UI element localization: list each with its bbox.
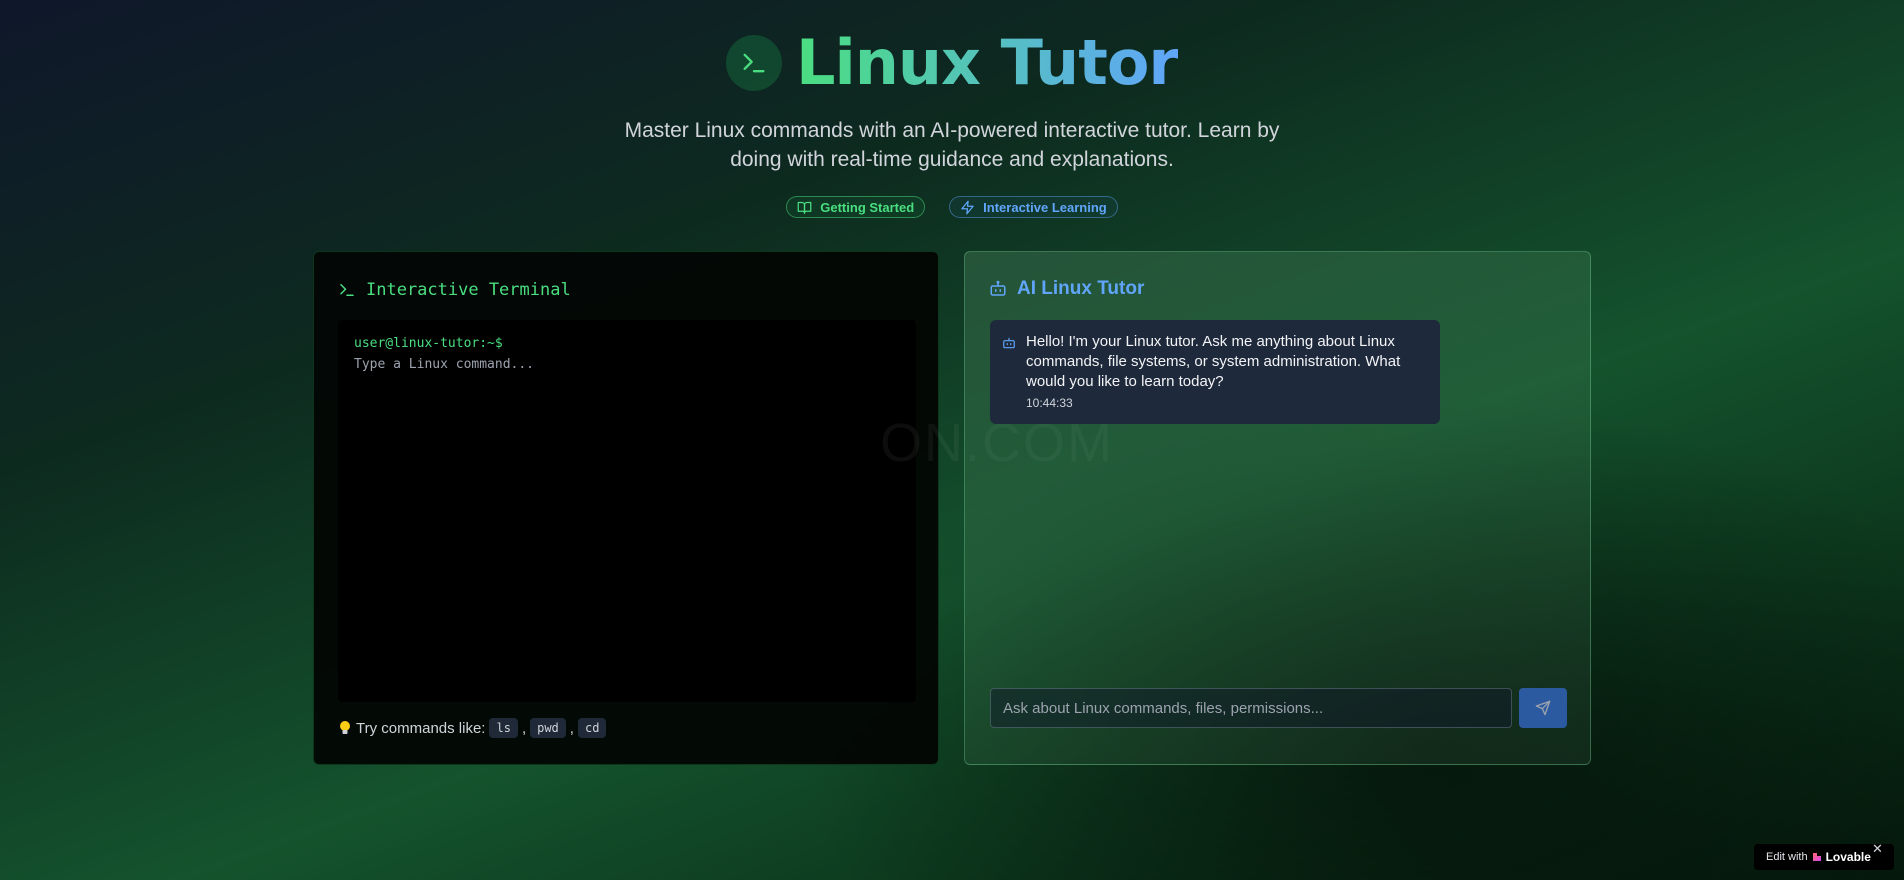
send-icon xyxy=(1535,700,1551,716)
chat-input[interactable] xyxy=(990,688,1512,728)
message-timestamp: 10:44:33 xyxy=(1026,396,1073,410)
bot-avatar-icon xyxy=(1003,337,1015,349)
tutor-panel: AI Linux Tutor Hello! I'm your Linux tut… xyxy=(964,251,1591,765)
chat-message-bot: Hello! I'm your Linux tutor. Ask me anyt… xyxy=(990,320,1440,424)
page-subtitle: Master Linux commands with an AI-powered… xyxy=(624,119,1280,171)
book-open-icon xyxy=(797,201,812,214)
edit-with-label: Edit with xyxy=(1766,851,1808,863)
badge-label: Interactive Learning xyxy=(983,199,1107,215)
command-chip-cd[interactable]: cd xyxy=(577,718,607,738)
terminal-panel: Interactive Terminal user@linux-tutor:~$… xyxy=(313,251,939,765)
command-hint: Try commands like: ls , pwd , cd xyxy=(338,718,607,738)
title-row: Linux Tutor xyxy=(0,26,1904,99)
hint-separator: , xyxy=(521,719,527,737)
getting-started-badge[interactable]: Getting Started xyxy=(786,196,926,218)
page-title: Linux Tutor xyxy=(795,26,1179,99)
hint-separator: , xyxy=(569,719,574,737)
lovable-logo-icon xyxy=(1812,853,1821,861)
close-icon[interactable]: ✕ xyxy=(1872,842,1883,855)
badge-row: Getting Started Interactive Learning xyxy=(0,196,1904,218)
send-button[interactable] xyxy=(1519,688,1567,728)
bot-icon xyxy=(990,280,1006,296)
terminal-title: Interactive Terminal xyxy=(366,280,571,300)
terminal-screen[interactable]: user@linux-tutor:~$ xyxy=(338,320,916,702)
tutor-title: AI Linux Tutor xyxy=(1017,278,1145,299)
command-chip-ls[interactable]: ls xyxy=(489,718,518,738)
badge-label: Getting Started xyxy=(820,199,915,215)
interactive-learning-badge[interactable]: Interactive Learning xyxy=(949,196,1118,218)
command-input[interactable] xyxy=(354,354,894,374)
terminal-logo-icon xyxy=(725,34,782,91)
message-text: Hello! I'm your Linux tutor. Ask me anyt… xyxy=(1026,333,1401,390)
lovable-brand: Lovable xyxy=(1825,850,1871,864)
terminal-prompt-icon xyxy=(340,284,354,296)
lightning-icon xyxy=(961,200,974,214)
tutor-header: AI Linux Tutor xyxy=(989,278,1144,300)
terminal-prompt: user@linux-tutor:~$ xyxy=(354,336,503,351)
hint-label: Try commands like: xyxy=(356,719,486,737)
terminal-header: Interactive Terminal xyxy=(338,280,571,300)
command-chip-pwd[interactable]: pwd xyxy=(530,718,566,738)
lightbulb-icon xyxy=(340,721,350,734)
